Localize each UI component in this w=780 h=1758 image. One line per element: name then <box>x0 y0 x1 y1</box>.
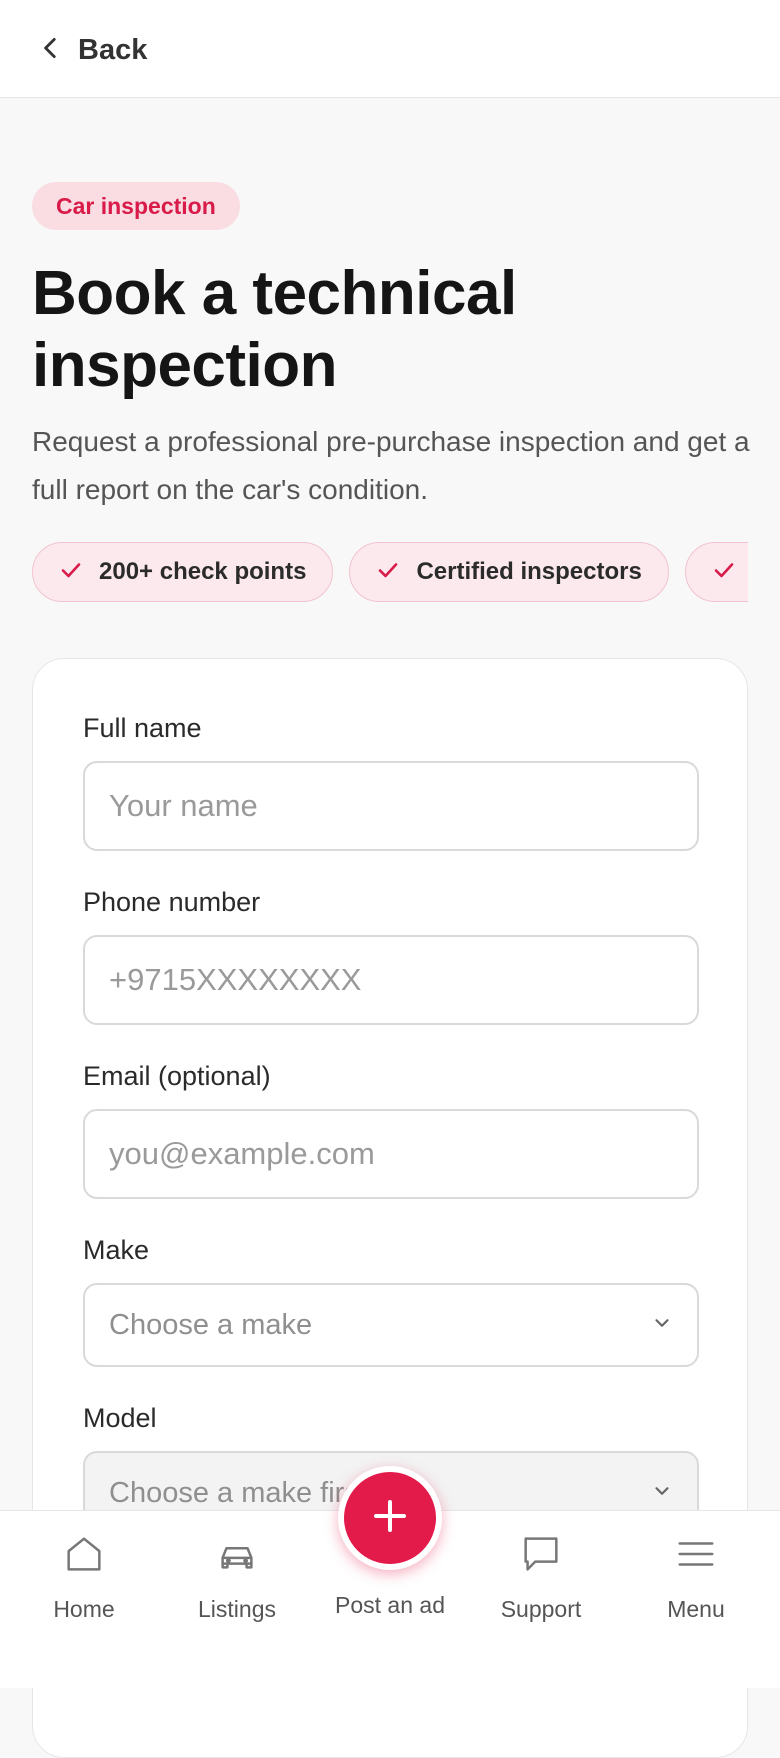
check-icon <box>712 558 736 587</box>
page-title: Book a technical inspection <box>32 259 517 400</box>
nav-item-support[interactable]: Support <box>466 1531 616 1641</box>
feature-chips: 200+ check points Certified inspectors <box>32 542 748 602</box>
feature-chip: 200+ check points <box>32 542 334 602</box>
home-icon <box>61 1531 107 1582</box>
page-subtitle: Request a professional pre-purchase insp… <box>32 426 750 505</box>
top-bar: Back <box>0 0 780 98</box>
back-label: Back <box>78 33 148 66</box>
check-icon <box>59 558 83 587</box>
chevron-down-icon <box>651 1480 673 1507</box>
post-ad-label: Post an ad <box>335 1592 445 1618</box>
full-name-input[interactable] <box>83 761 699 851</box>
make-select-value: Choose a make <box>109 1308 313 1341</box>
back-button[interactable]: Back <box>38 28 147 72</box>
feature-chip: Certified inspectors <box>349 542 669 602</box>
make-label: Make <box>83 1235 150 1265</box>
email-input[interactable] <box>83 1109 699 1199</box>
post-ad-button[interactable] <box>338 1466 442 1570</box>
nav-label: Listings <box>198 1596 276 1622</box>
menu-icon <box>673 1531 719 1582</box>
email-label: Email (optional) <box>83 1061 271 1091</box>
nav-item-home[interactable]: Home <box>9 1531 159 1641</box>
nav-label: Home <box>53 1596 115 1622</box>
chevron-down-icon <box>651 1312 673 1339</box>
check-icon <box>376 558 400 587</box>
phone-input[interactable] <box>83 935 699 1025</box>
nav-item-listings[interactable]: Listings <box>162 1531 312 1641</box>
nav-label: Menu <box>667 1596 725 1622</box>
category-tag: Car inspection <box>32 182 240 230</box>
car-icon <box>214 1531 260 1582</box>
model-select-value: Choose a make first <box>109 1476 367 1509</box>
nav-item-menu[interactable]: Menu <box>621 1531 771 1641</box>
feature-chip-label: Certified inspectors <box>416 558 642 585</box>
model-label: Model <box>83 1403 157 1433</box>
feature-chip-label: 200+ check points <box>99 558 307 585</box>
chat-icon <box>518 1531 564 1582</box>
nav-label: Support <box>500 1596 582 1622</box>
plus-icon <box>370 1496 410 1541</box>
phone-label: Phone number <box>83 887 261 917</box>
full-name-label: Full name <box>83 713 202 743</box>
feature-chip <box>684 542 748 602</box>
make-select[interactable]: Choose a make <box>83 1283 699 1367</box>
chevron-left-icon <box>38 35 64 66</box>
